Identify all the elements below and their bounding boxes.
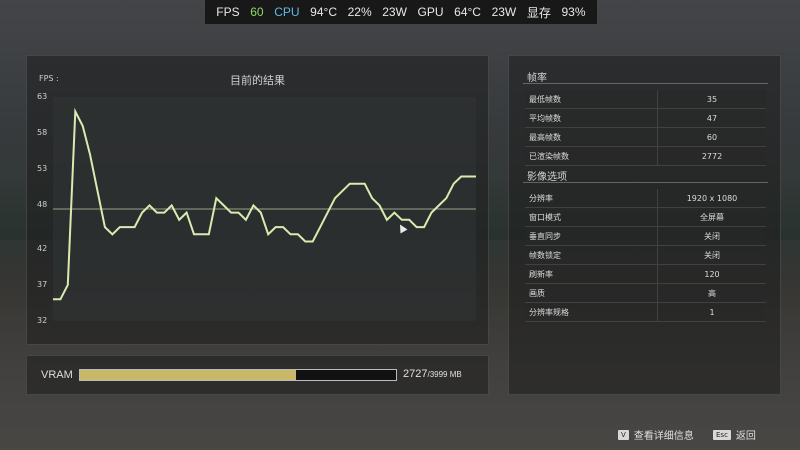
row-value: 关闭 <box>704 231 720 241</box>
back-label: 返回 <box>735 431 756 442</box>
vram-overlay-usage: 93% <box>561 5 586 19</box>
row-key: 垂直同步 <box>525 227 658 245</box>
back-button[interactable]: Esc 返回 <box>713 427 756 442</box>
row-key: 分辨率 <box>525 189 658 207</box>
vram-total: /3999 MB <box>427 370 462 379</box>
row-value: 2772 <box>701 151 723 161</box>
view-details-label: 查看详细信息 <box>633 431 694 442</box>
image-options-section-title: 影像选项 <box>527 172 567 183</box>
row-key: 最高帧数 <box>525 128 658 146</box>
cpu-label: CPU <box>274 5 300 19</box>
results-chart-panel: 目前的结果 FPS : 63 58 53 48 42 37 32 <box>26 55 489 345</box>
table-row: 刷新率 120 <box>525 265 766 284</box>
row-key: 刷新率 <box>525 265 658 283</box>
cpu-temp: 94°C <box>310 5 337 19</box>
table-row: 最低帧数 35 <box>525 90 766 109</box>
row-value: 关闭 <box>704 250 720 260</box>
fps-value: 60 <box>250 5 264 19</box>
table-row: 最高帧数 60 <box>525 128 766 147</box>
row-value: 47 <box>706 113 718 123</box>
image-options-table: 分辨率 1920 x 1080 窗口模式 全屏幕 垂直同步 关闭 帧数锁定 关闭 刷新率 120 画… <box>525 189 766 322</box>
row-key: 最低帧数 <box>525 90 658 108</box>
row-value: 1 <box>709 307 715 317</box>
view-details-button[interactable]: V 查看详细信息 <box>618 427 694 442</box>
row-key: 分辨率规格 <box>525 303 658 321</box>
table-row: 画质 高 <box>525 284 766 303</box>
vram-label: VRAM <box>41 369 73 381</box>
vram-value: 2727/3999 MB <box>403 368 462 380</box>
fps-line-chart <box>53 107 476 301</box>
info-panel: 帧率 最低帧数 35 平均帧数 47 最高帧数 60 已渲染帧数 2772 影像选项 分辨率 1… <box>508 55 781 395</box>
table-row: 垂直同步 关闭 <box>525 227 766 246</box>
table-row: 帧数锁定 关闭 <box>525 246 766 265</box>
row-value: 35 <box>706 94 718 104</box>
fps-label: FPS <box>216 5 240 19</box>
gpu-temp: 64°C <box>454 5 481 19</box>
section-divider <box>523 182 768 183</box>
vram-bar <box>79 369 397 381</box>
framerate-section-title: 帧率 <box>527 73 547 84</box>
cpu-power: 23W <box>382 5 407 19</box>
table-row: 已渲染帧数 2772 <box>525 147 766 166</box>
vram-overlay-label: 显存 <box>526 5 551 20</box>
row-value: 60 <box>706 132 718 142</box>
gpu-power: 23W <box>491 5 517 19</box>
framerate-table: 最低帧数 35 平均帧数 47 最高帧数 60 已渲染帧数 2772 <box>525 90 766 166</box>
row-key: 平均帧数 <box>525 109 658 127</box>
v-key-icon: V <box>618 429 629 440</box>
performance-overlay: FPS 60 CPU 94°C 22% 23W GPU 64°C 23W 显存 … <box>205 0 597 24</box>
row-value: 1920 x 1080 <box>686 193 738 203</box>
row-key: 帧数锁定 <box>525 246 658 264</box>
row-key: 已渲染帧数 <box>525 147 658 165</box>
table-row: 分辨率规格 1 <box>525 303 766 322</box>
row-key: 画质 <box>525 284 658 302</box>
row-value: 全屏幕 <box>700 212 724 222</box>
row-key: 窗口模式 <box>525 208 658 226</box>
row-value: 120 <box>704 269 720 279</box>
table-row: 分辨率 1920 x 1080 <box>525 189 766 208</box>
fps-series-line <box>53 107 476 301</box>
vram-panel: VRAM 2727/3999 MB <box>26 355 489 395</box>
cpu-usage: 22% <box>347 5 372 19</box>
table-row: 平均帧数 47 <box>525 109 766 128</box>
row-value: 高 <box>708 288 716 298</box>
vram-bar-fill <box>80 370 296 380</box>
gpu-label: GPU <box>417 5 444 19</box>
section-divider <box>523 83 768 84</box>
esc-key-icon: Esc <box>713 429 731 440</box>
table-row: 窗口模式 全屏幕 <box>525 208 766 227</box>
vram-used: 2727 <box>403 368 428 380</box>
